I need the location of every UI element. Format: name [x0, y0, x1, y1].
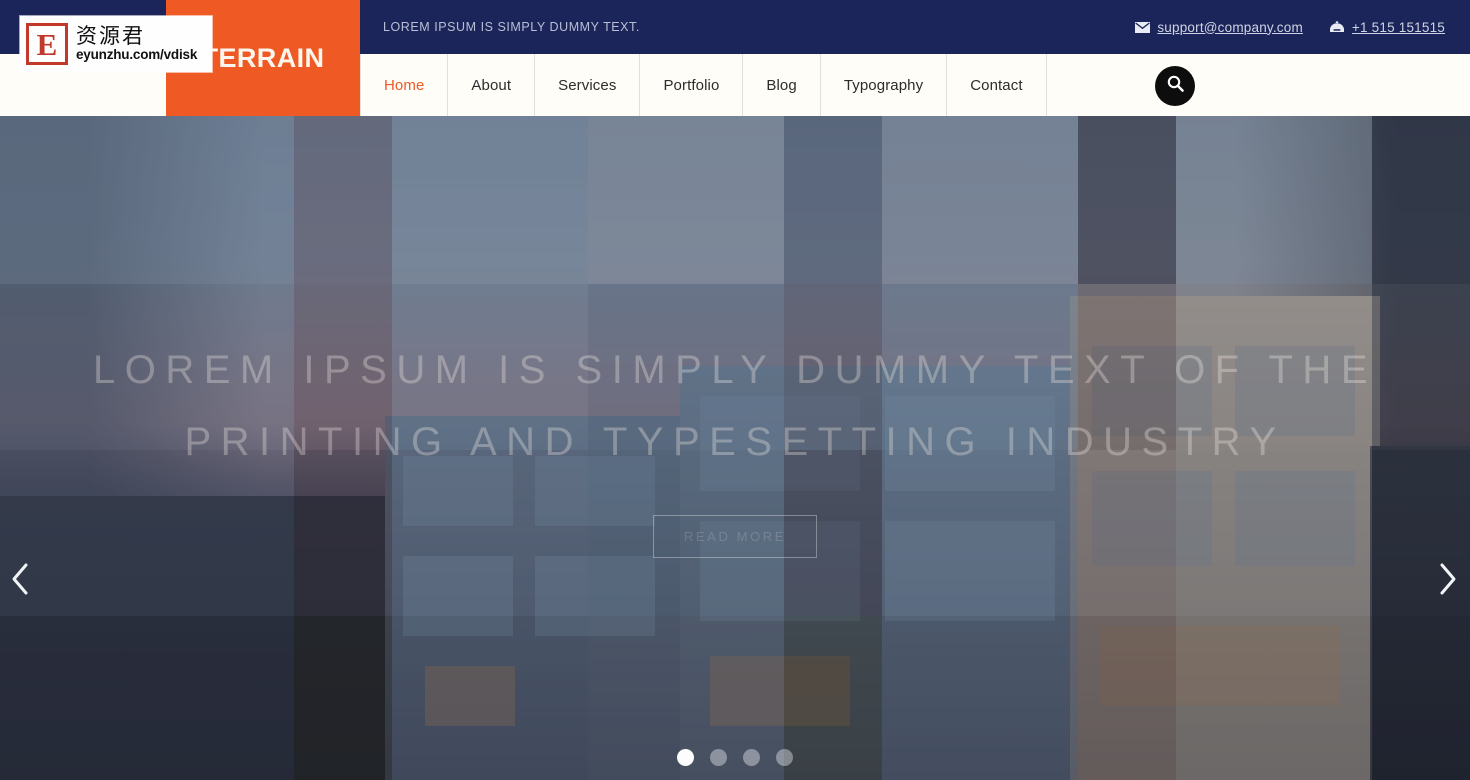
watermark-overlay: E 资源君 eyunzhu.com/vdisk: [20, 16, 212, 72]
contact-phone[interactable]: +1 515 151515: [1329, 20, 1445, 35]
nav-item-home-label: Home: [384, 76, 425, 94]
top-bar-contact-group: support@company.com +1 515 151515: [1135, 0, 1445, 54]
watermark-text-group: 资源君 eyunzhu.com/vdisk: [76, 25, 197, 63]
slider-dot-2[interactable]: [710, 749, 727, 766]
envelope-icon: [1135, 21, 1151, 33]
chevron-left-icon: [9, 562, 31, 601]
nav-item-blog[interactable]: Blog: [743, 54, 821, 116]
nav-strip: Home About Services Portfolio Blog Typog…: [360, 54, 1047, 116]
hero-slider: LOREM IPSUM IS SIMPLY DUMMY TEXT OF THE …: [0, 116, 1470, 780]
nav-item-portfolio-label: Portfolio: [663, 76, 720, 94]
hero-headline-line-2: PRINTING AND TYPESETTING INDUSTRY: [184, 419, 1286, 464]
nav-item-about-label: About: [471, 76, 512, 94]
top-bar-tagline: LOREM IPSUM IS SIMPLY DUMMY TEXT.: [383, 20, 640, 34]
slider-dot-3[interactable]: [743, 749, 760, 766]
nav-item-about[interactable]: About: [448, 54, 536, 116]
nav-item-typography[interactable]: Typography: [821, 54, 948, 116]
search-icon: [1166, 74, 1185, 98]
hero-headline-line-1: LOREM IPSUM IS SIMPLY DUMMY TEXT OF THE: [92, 347, 1377, 392]
watermark-logo-icon: E: [26, 23, 68, 65]
site-logo-text: TERRAIN: [201, 42, 325, 73]
slider-pagination: [0, 749, 1470, 766]
top-bar-left: LOREM IPSUM IS SIMPLY DUMMY TEXT.: [383, 0, 640, 54]
hero-read-more-button[interactable]: READ MORE: [652, 514, 818, 558]
nav-item-services-label: Services: [558, 76, 617, 94]
nav-item-typography-label: Typography: [843, 76, 924, 94]
nav-item-contact[interactable]: Contact: [947, 54, 1047, 116]
phone-icon: [1329, 21, 1345, 33]
slider-dot-1[interactable]: [677, 749, 694, 766]
hero-caption: LOREM IPSUM IS SIMPLY DUMMY TEXT OF THE …: [0, 116, 1470, 780]
slider-prev-button[interactable]: [2, 563, 38, 599]
watermark-chinese-text: 资源君: [76, 24, 145, 49]
slider-next-button[interactable]: [1430, 563, 1466, 599]
contact-phone-text: +1 515 151515: [1351, 19, 1445, 35]
search-button[interactable]: [1155, 66, 1195, 106]
contact-email-text: support@company.com: [1157, 19, 1303, 35]
nav-item-services[interactable]: Services: [535, 54, 641, 116]
nav-item-home[interactable]: Home: [360, 54, 449, 116]
slider-dot-4[interactable]: [776, 749, 793, 766]
nav-item-blog-label: Blog: [766, 76, 797, 94]
nav-item-portfolio[interactable]: Portfolio: [640, 54, 744, 116]
contact-email[interactable]: support@company.com: [1135, 20, 1303, 35]
chevron-right-icon: [1437, 562, 1459, 601]
watermark-url-text: eyunzhu.com/vdisk: [76, 47, 198, 63]
nav-item-contact-label: Contact: [970, 76, 1023, 94]
